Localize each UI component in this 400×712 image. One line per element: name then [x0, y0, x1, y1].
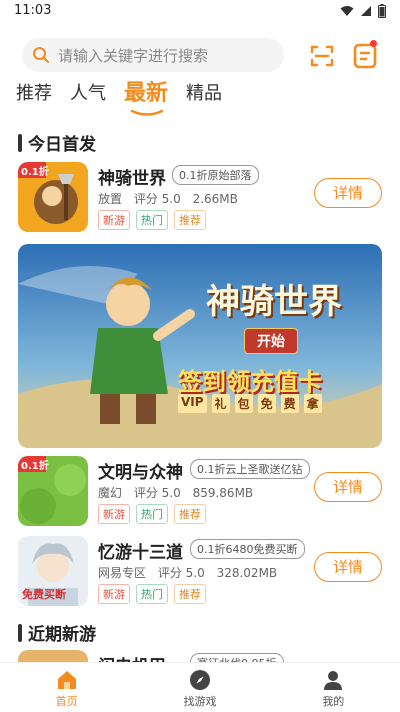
game-size: 2.66MB [192, 192, 238, 206]
badge-hot: 热门 [136, 504, 168, 524]
nav-label: 找游戏 [183, 695, 217, 708]
badge-recommend: 推荐 [174, 210, 206, 230]
scan-icon[interactable] [308, 42, 336, 70]
section-marker [18, 133, 22, 152]
nav-profile[interactable]: 我的 [267, 663, 400, 712]
detail-button[interactable]: 详情 [314, 472, 382, 502]
game-row[interactable]: 0.1折 神骑世界 0.1折原始部落 放置 评分 5.0 2.66MB 新游 热… [18, 162, 382, 234]
game-tag: 0.1折6480免费买断 [190, 539, 305, 559]
game-meta: 放置 评分 5.0 2.66MB [98, 190, 246, 207]
game-size: 859.86MB [192, 486, 254, 500]
game-category: 魔幻 [98, 486, 123, 500]
section-marker [18, 623, 22, 642]
detail-button[interactable]: 详情 [314, 552, 382, 582]
system-icons [340, 4, 386, 18]
nav-label: 我的 [322, 695, 345, 708]
game-badges: 新游 热门 推荐 [98, 584, 206, 604]
banner-chip: 费 [280, 394, 299, 413]
badge-recommend: 推荐 [174, 584, 206, 604]
game-category: 放置 [98, 192, 123, 206]
search-placeholder: 请输入关键字进行搜索 [58, 46, 209, 65]
badge-hot: 热门 [136, 584, 168, 604]
battery-icon [378, 4, 386, 18]
detail-button[interactable]: 详情 [314, 178, 382, 208]
promo-banner[interactable]: 神骑世界 开始 签到领充值卡 VIP 礼 包 免 费 拿 [18, 244, 382, 448]
banner-start-button[interactable]: 开始 [244, 328, 298, 354]
game-icon: 0.1折 [18, 456, 88, 526]
home-icon [57, 671, 76, 689]
badge-hot: 热门 [136, 210, 168, 230]
game-row-partial[interactable]: 闪电机甲 赛征北伐0.05折 [18, 650, 382, 662]
game-name: 神骑世界 [98, 169, 166, 189]
banner-subtitle: 签到领充值卡 [178, 367, 322, 396]
badge-new: 新游 [98, 210, 130, 230]
icon-label: 0.1折 [21, 461, 49, 472]
section-title: 近期新游 [28, 625, 96, 645]
notification-dot [370, 40, 377, 47]
status-bar: 11:03 [0, 0, 400, 24]
game-name: 文明与众神 [98, 463, 183, 483]
category-tabs: 推荐 人气 最新 精品 [16, 80, 240, 116]
section-today: 今日首发 [18, 130, 96, 155]
nav-find-games[interactable]: 找游戏 [133, 663, 266, 712]
banner-chip: 包 [234, 394, 253, 413]
badge-recommend: 推荐 [174, 504, 206, 524]
compass-icon [189, 670, 210, 690]
search-bar[interactable]: 请输入关键字进行搜索 [22, 38, 284, 72]
banner-chip: 免 [257, 394, 276, 413]
nav-label: 首页 [55, 695, 78, 708]
game-row[interactable]: 0.1折 文明与众神 0.1折云上圣歌送亿钻 魔幻 评分 5.0 859.86M… [18, 456, 382, 528]
tab-popular[interactable]: 人气 [70, 80, 106, 108]
game-row[interactable]: 免费买断 忆游十三道 0.1折6480免费买断 网易专区 评分 5.0 328.… [18, 536, 382, 608]
bottom-nav: 首页 找游戏 我的 [0, 662, 400, 712]
game-icon [18, 650, 88, 662]
game-tag: 赛征北伐0.05折 [190, 653, 284, 662]
game-meta: 魔幻 评分 5.0 859.86MB [98, 484, 261, 501]
tab-recommend[interactable]: 推荐 [16, 80, 52, 108]
game-size: 328.02MB [216, 566, 278, 580]
game-rating: 评分 5.0 [133, 486, 181, 500]
badge-new: 新游 [98, 504, 130, 524]
tab-active-indicator [130, 110, 164, 116]
user-icon [324, 671, 343, 690]
game-meta: 网易专区 评分 5.0 328.02MB [98, 564, 285, 581]
game-tag: 0.1折原始部落 [172, 165, 259, 185]
icon-label: 免费买断 [22, 588, 66, 601]
game-category: 网易专区 [98, 566, 147, 580]
game-icon: 0.1折 [18, 162, 88, 232]
banner-title: 神骑世界 [206, 282, 342, 322]
game-name: 忆游十三道 [98, 543, 183, 563]
game-badges: 新游 热门 推荐 [98, 504, 206, 524]
game-rating: 评分 5.0 [133, 192, 181, 206]
section-title: 今日首发 [28, 135, 96, 155]
search-icon [33, 47, 49, 63]
banner-chip: VIP [178, 394, 207, 413]
banner-chips: VIP 礼 包 免 费 拿 [178, 394, 322, 413]
game-badges: 新游 热门 推荐 [98, 210, 206, 230]
badge-new: 新游 [98, 584, 130, 604]
status-time: 11:03 [14, 3, 52, 18]
game-rating: 评分 5.0 [157, 566, 205, 580]
wifi-icon [340, 6, 354, 16]
game-name: 闪电机甲 [98, 652, 166, 662]
icon-label: 0.1折 [21, 167, 49, 178]
game-icon: 免费买断 [18, 536, 88, 606]
game-tag: 0.1折云上圣歌送亿钻 [190, 459, 310, 479]
tab-premium[interactable]: 精品 [186, 80, 222, 108]
tab-latest[interactable]: 最新 [124, 80, 169, 116]
tab-latest-label: 最新 [124, 81, 169, 106]
banner-chip: 拿 [303, 394, 322, 413]
signal-icon [361, 6, 371, 16]
section-recent: 近期新游 [18, 620, 96, 645]
nav-home[interactable]: 首页 [0, 663, 133, 712]
banner-chip: 礼 [211, 394, 230, 413]
